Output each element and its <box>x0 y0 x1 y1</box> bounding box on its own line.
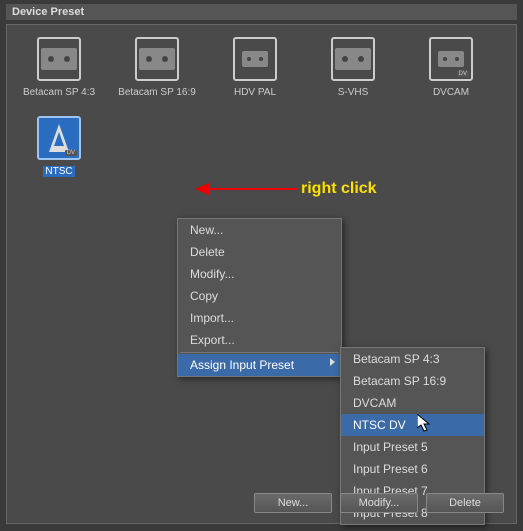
modify-button[interactable]: Modify... <box>340 493 418 513</box>
menu-label: Assign Input Preset <box>190 358 294 372</box>
dv-badge: DV <box>65 150 77 156</box>
submenu-item-ntsc-dv[interactable]: NTSC DV <box>341 414 484 436</box>
preset-dvcam[interactable]: DV DVCAM <box>411 37 491 98</box>
panel-title: Device Preset <box>6 4 517 20</box>
context-menu: New... Delete Modify... Copy Import... E… <box>177 218 342 377</box>
submenu-item[interactable]: DVCAM <box>341 392 484 414</box>
menu-modify[interactable]: Modify... <box>178 263 341 285</box>
delete-button[interactable]: Delete <box>426 493 504 513</box>
menu-export[interactable]: Export... <box>178 329 341 351</box>
preset-label: NTSC <box>43 166 74 177</box>
preset-betacam-16-9[interactable]: Betacam SP 16:9 <box>117 37 197 98</box>
menu-new[interactable]: New... <box>178 219 341 241</box>
preset-grid: Betacam SP 4:3 Betacam SP 16:9 HDV PAL S… <box>19 37 504 177</box>
preset-ntsc-dv[interactable]: DV NTSC <box>19 116 99 177</box>
tape-icon <box>37 37 81 81</box>
preset-svhs[interactable]: S-VHS <box>313 37 393 98</box>
button-row: New... Modify... Delete <box>254 493 504 513</box>
preset-label: S-VHS <box>338 87 369 98</box>
annotation: right click <box>207 180 377 198</box>
new-button[interactable]: New... <box>254 493 332 513</box>
menu-separator <box>180 352 339 353</box>
tape-icon <box>331 37 375 81</box>
submenu-item[interactable]: Input Preset 5 <box>341 436 484 458</box>
arrow-icon <box>207 188 297 190</box>
preset-label: Betacam SP 16:9 <box>118 87 196 98</box>
tower-icon: DV <box>37 116 81 160</box>
dv-badge: DV <box>457 71 469 77</box>
menu-delete[interactable]: Delete <box>178 241 341 263</box>
chevron-right-icon <box>330 358 335 366</box>
submenu-item[interactable]: Betacam SP 16:9 <box>341 370 484 392</box>
preset-label: HDV PAL <box>234 87 276 98</box>
tape-icon: DV <box>429 37 473 81</box>
preset-betacam-4-3[interactable]: Betacam SP 4:3 <box>19 37 99 98</box>
menu-copy[interactable]: Copy <box>178 285 341 307</box>
preset-label: DVCAM <box>433 87 469 98</box>
menu-assign-input-preset[interactable]: Assign Input Preset <box>178 354 341 376</box>
preset-label: Betacam SP 4:3 <box>23 87 95 98</box>
menu-import[interactable]: Import... <box>178 307 341 329</box>
device-preset-panel: Betacam SP 4:3 Betacam SP 16:9 HDV PAL S… <box>6 24 517 524</box>
tape-icon <box>233 37 277 81</box>
tape-icon <box>135 37 179 81</box>
preset-hdv-pal[interactable]: HDV PAL <box>215 37 295 98</box>
annotation-text: right click <box>301 180 377 198</box>
submenu-item[interactable]: Betacam SP 4:3 <box>341 348 484 370</box>
submenu-item[interactable]: Input Preset 6 <box>341 458 484 480</box>
